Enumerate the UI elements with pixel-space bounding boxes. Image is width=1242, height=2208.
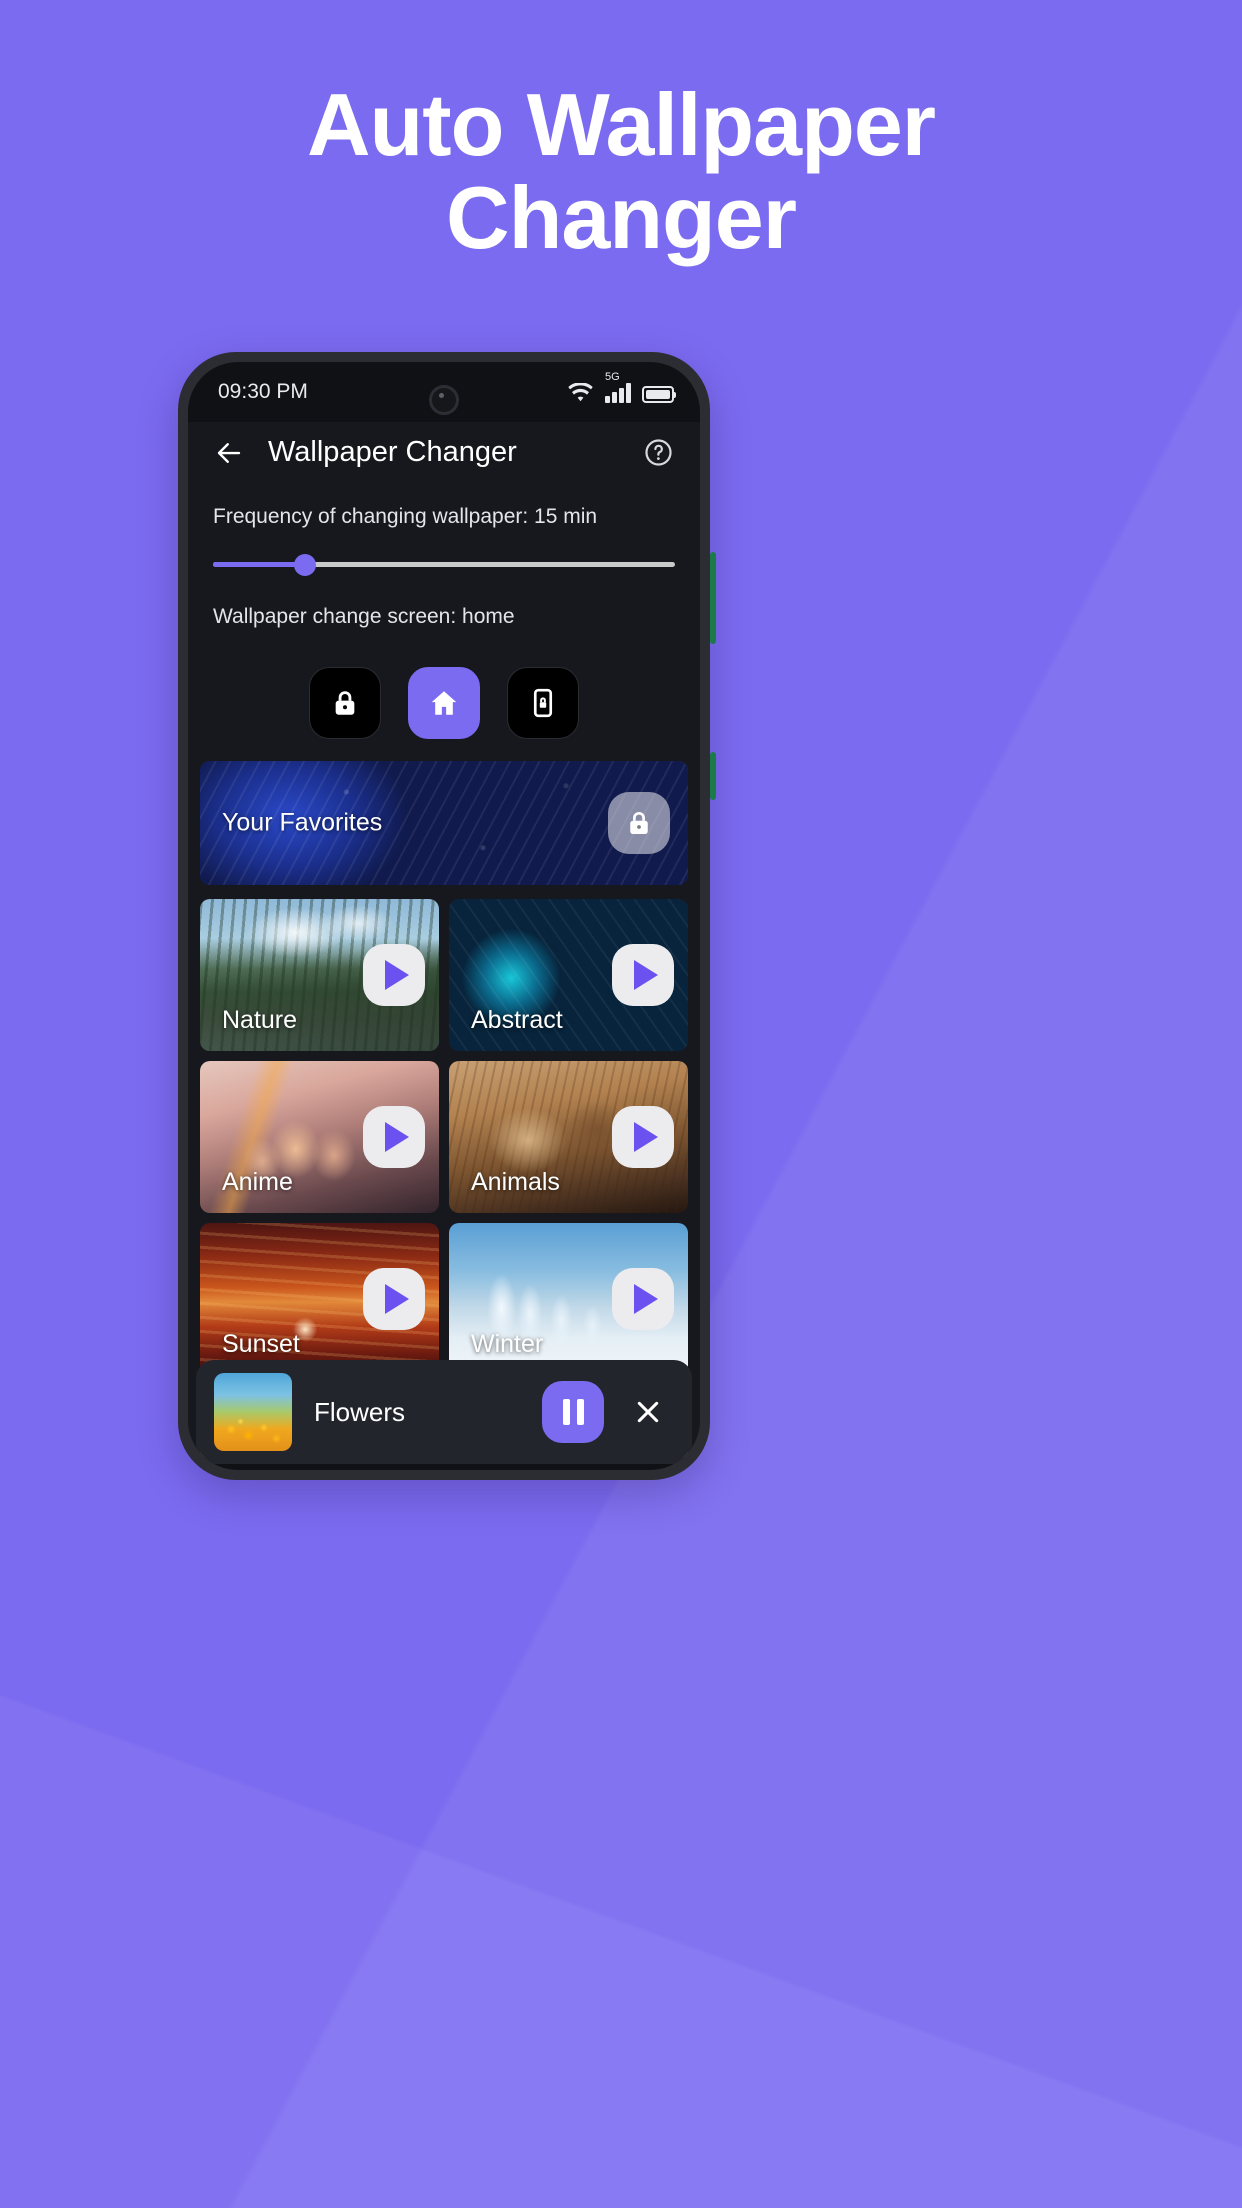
lock-icon <box>630 812 648 834</box>
play-button[interactable] <box>612 944 674 1006</box>
play-button[interactable] <box>612 1106 674 1168</box>
play-button[interactable] <box>612 1268 674 1330</box>
app-header: Wallpaper Changer <box>188 422 700 487</box>
play-icon <box>384 960 409 990</box>
play-button[interactable] <box>363 1106 425 1168</box>
phone-side-button-power <box>710 552 716 644</box>
favorites-lock-button[interactable] <box>608 792 670 854</box>
play-button[interactable] <box>363 1268 425 1330</box>
frequency-slider[interactable] <box>213 549 675 579</box>
phone-screen: 09:30 PM 5G Wallpaper Changer Frequency … <box>188 362 700 1470</box>
screen-option-both[interactable] <box>507 667 579 739</box>
status-time: 09:30 PM <box>218 380 308 403</box>
player-thumbnail-art <box>214 1373 292 1451</box>
category-tile-anime[interactable]: Anime <box>200 1061 439 1213</box>
category-label: Abstract <box>471 1006 563 1034</box>
play-icon <box>633 960 658 990</box>
close-icon <box>637 1401 659 1423</box>
settings-section: Frequency of changing wallpaper: 15 min … <box>188 487 700 629</box>
category-tile-winter[interactable]: Winter <box>449 1223 688 1375</box>
headline-line-2: Changer <box>446 168 797 268</box>
front-camera-punchhole <box>429 385 459 415</box>
battery-icon <box>642 386 676 403</box>
favorites-label: Your Favorites <box>222 808 383 837</box>
play-icon <box>633 1122 658 1152</box>
play-icon <box>633 1284 658 1314</box>
frequency-label: Frequency of changing wallpaper: 15 min <box>213 505 598 528</box>
favorites-card[interactable]: Your Favorites <box>200 761 688 885</box>
phone-side-button-volume <box>710 752 716 800</box>
help-circle-icon[interactable] <box>643 437 674 468</box>
app-content: Frequency of changing wallpaper: 15 min … <box>188 487 700 1457</box>
status-icons: 5G <box>567 372 676 403</box>
page-title: Wallpaper Changer <box>268 436 517 468</box>
category-label: Sunset <box>222 1330 300 1358</box>
headline-line-1: Auto Wallpaper <box>306 75 936 174</box>
category-label: Winter <box>471 1330 544 1358</box>
network-type-label: 5G <box>605 371 620 383</box>
player-thumbnail <box>214 1373 292 1451</box>
category-tile-sunset[interactable]: Sunset <box>200 1223 439 1375</box>
play-icon <box>384 1122 409 1152</box>
promo-headline: Auto Wallpaper Changer <box>0 78 1242 265</box>
screen-option-home[interactable] <box>408 667 480 739</box>
wifi-icon <box>568 383 593 402</box>
signal-bar-1 <box>605 396 610 403</box>
slider-fill <box>213 562 306 567</box>
category-label: Anime <box>222 1168 293 1196</box>
background-sheen-lower <box>0 1588 1242 2208</box>
screen-label: Wallpaper change screen: home <box>213 605 515 628</box>
player-close-button[interactable] <box>626 1390 670 1434</box>
home-icon <box>431 691 457 715</box>
status-bar: 09:30 PM 5G <box>188 362 700 422</box>
play-icon <box>384 1284 409 1314</box>
bottom-player-bar: Flowers <box>196 1360 692 1464</box>
category-tile-abstract[interactable]: Abstract <box>449 899 688 1051</box>
player-title: Flowers <box>314 1396 406 1427</box>
category-tile-nature[interactable]: Nature <box>200 899 439 1051</box>
phone-lock-icon <box>533 688 553 718</box>
signal-bar-3 <box>619 388 624 403</box>
play-button[interactable] <box>363 944 425 1006</box>
phone-mockup: 09:30 PM 5G Wallpaper Changer Frequency … <box>178 352 716 1480</box>
category-tile-animals[interactable]: Animals <box>449 1061 688 1213</box>
signal-icon: 5G <box>605 372 631 403</box>
lock-icon <box>335 691 355 715</box>
signal-bar-4 <box>626 383 631 403</box>
screen-option-buttons <box>188 649 700 761</box>
slider-thumb[interactable] <box>294 554 317 576</box>
screen-option-lock[interactable] <box>309 667 381 739</box>
player-pause-button[interactable] <box>542 1381 604 1443</box>
pause-icon <box>562 1399 584 1425</box>
signal-bar-2 <box>612 392 617 403</box>
category-label: Nature <box>222 1006 298 1034</box>
category-label: Animals <box>471 1168 560 1196</box>
back-arrow-icon[interactable] <box>214 438 244 468</box>
categories-section: Your Favorites Nature Abstract Anime Ani… <box>188 761 700 1457</box>
